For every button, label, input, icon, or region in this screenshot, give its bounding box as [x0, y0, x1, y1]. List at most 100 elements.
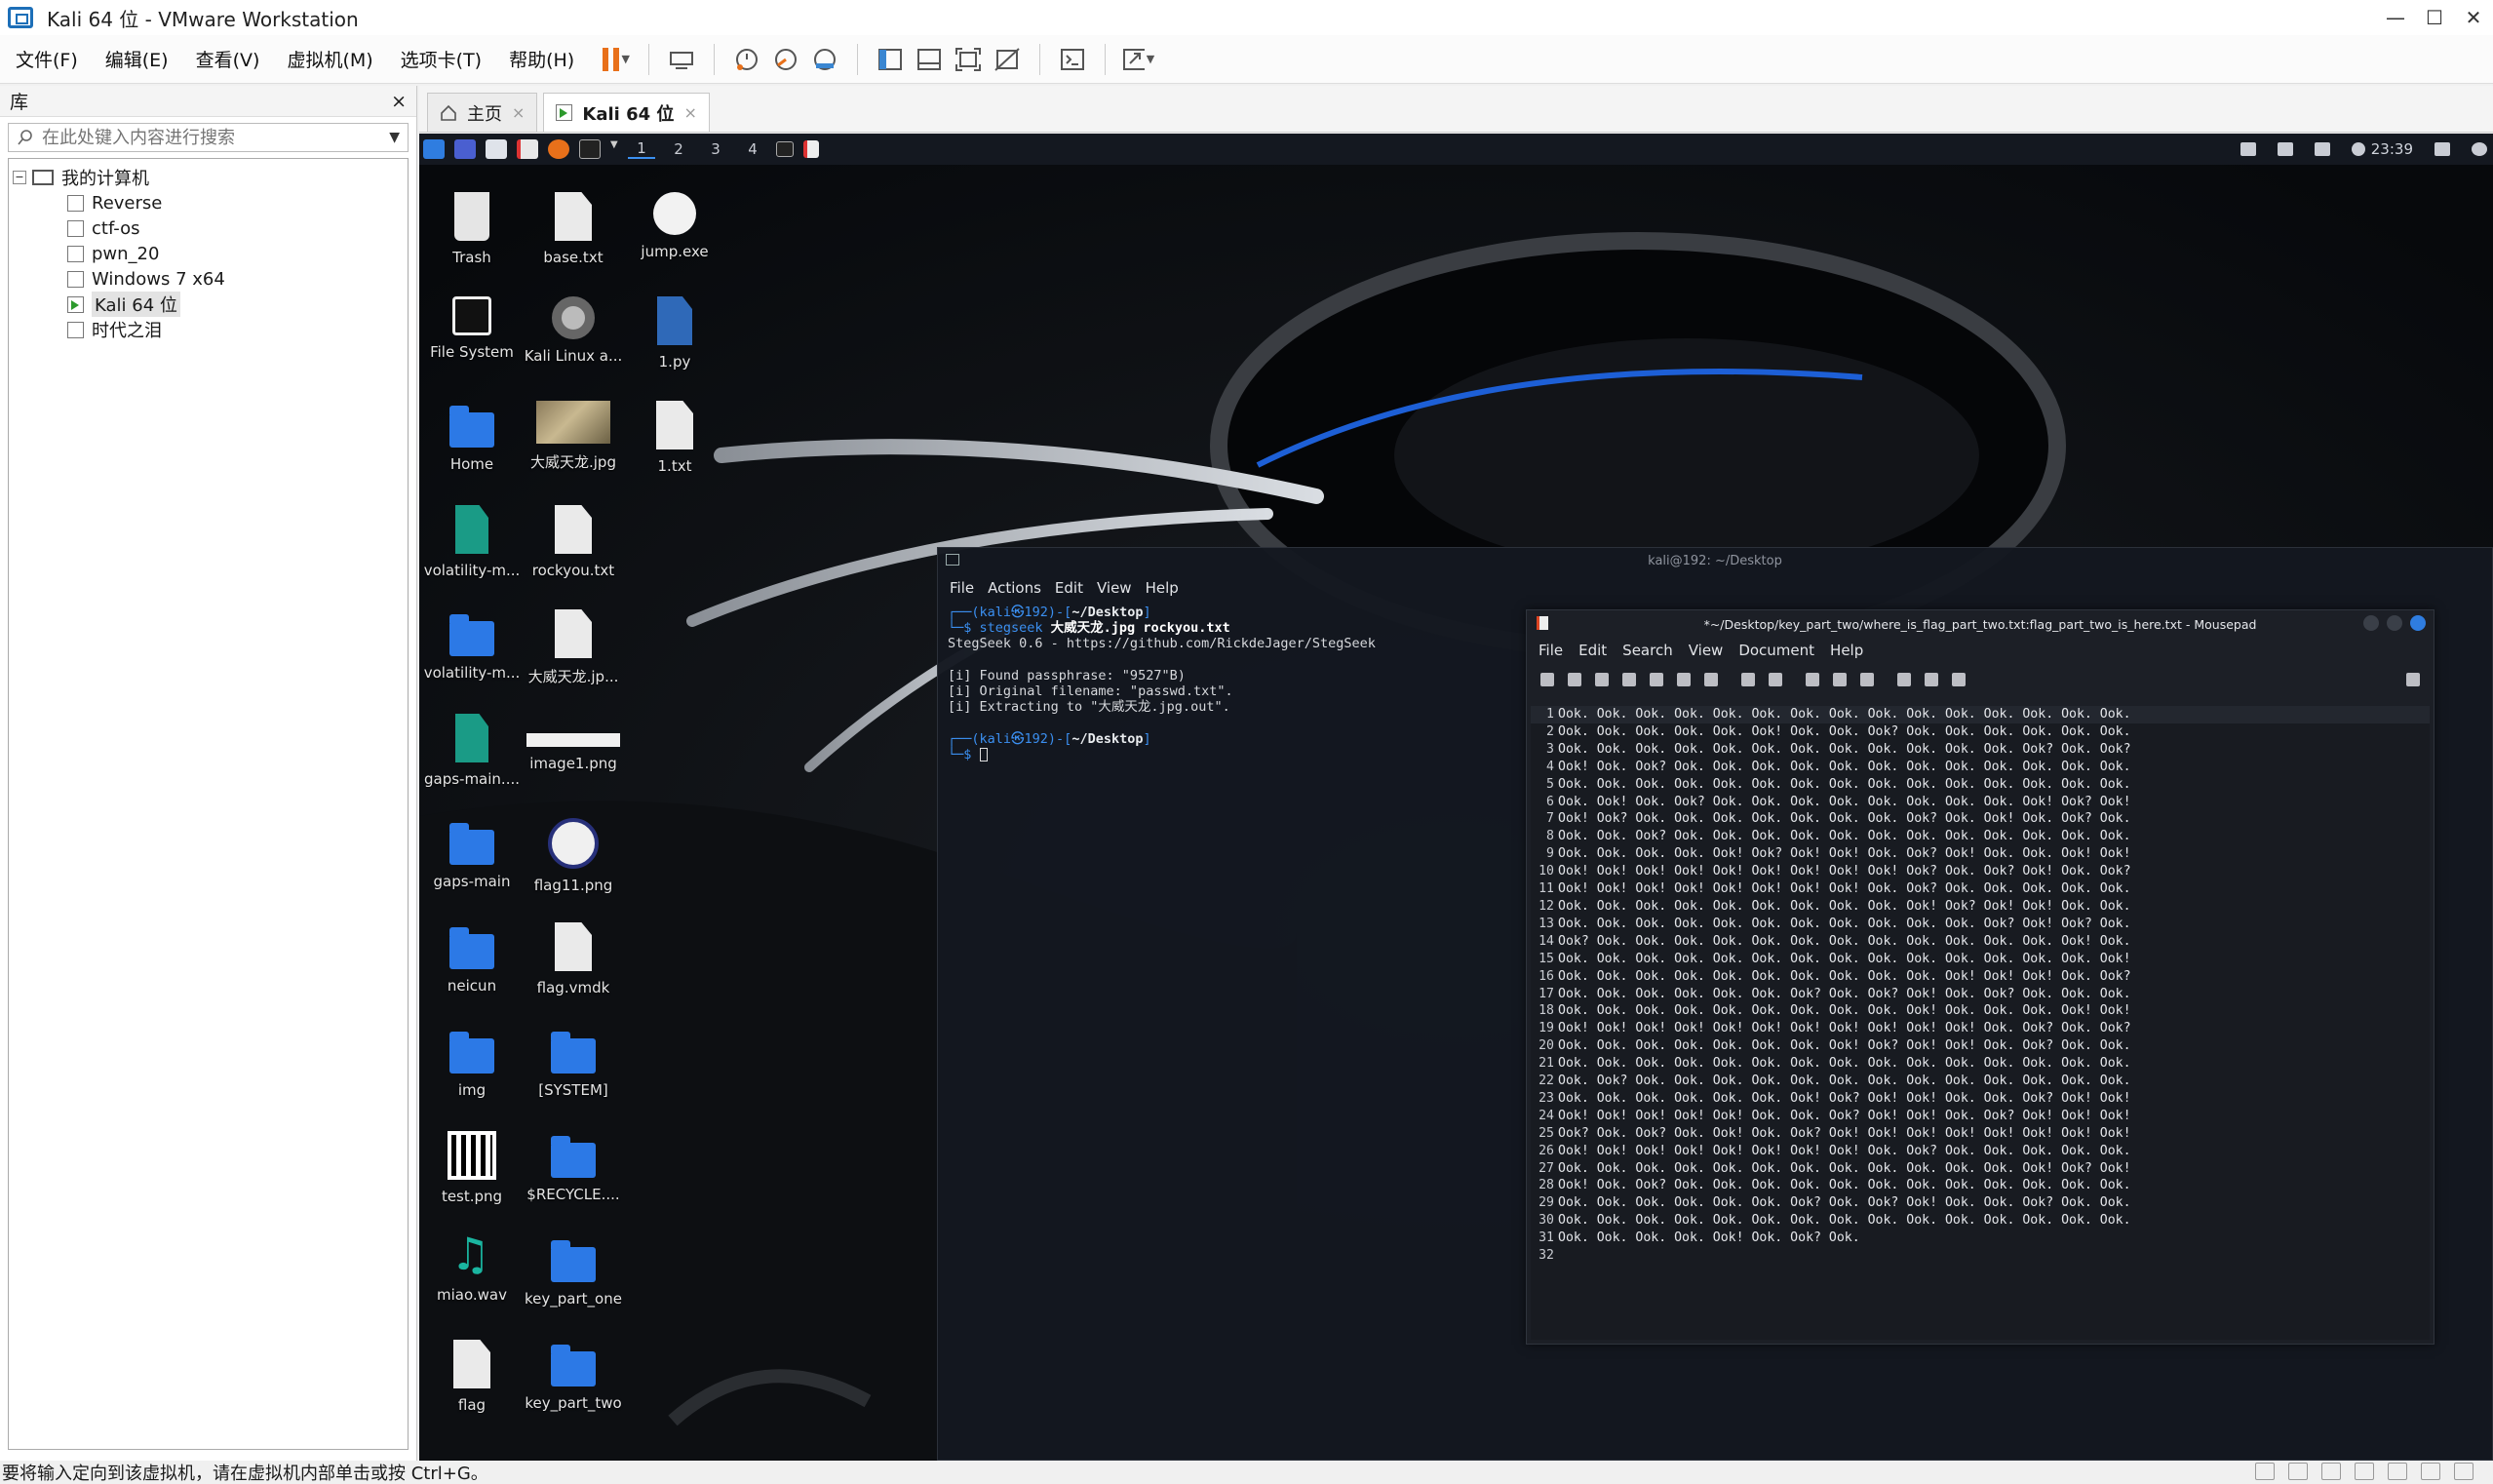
editor-line[interactable]: 25 Ook? Ook. Ook? Ook. Ook! Ook. Ook? Ook… — [1531, 1125, 2430, 1143]
mousepad-minimize-button[interactable] — [2363, 615, 2379, 631]
snapshot-button[interactable] — [730, 43, 763, 76]
desktop-icon[interactable]: flag.vmdk — [521, 922, 626, 996]
menu-file[interactable]: 文件(F) — [0, 46, 90, 72]
pause-vm-button[interactable]: ▼ — [600, 43, 633, 76]
editor-line[interactable]: 18 Ook. Ook. Ook. Ook. Ook. Ook. Ook. Ook… — [1531, 1002, 2430, 1020]
menu-help[interactable]: 帮助(H) — [493, 46, 586, 72]
firefox-icon[interactable] — [548, 139, 569, 159]
find-icon[interactable] — [1897, 673, 1911, 686]
desktop-icon[interactable]: base.txt — [521, 192, 626, 266]
editor-line[interactable]: 7 Ook! Ook? Ook. Ook. Ook. Ook. Ook. Ook.… — [1531, 810, 2430, 828]
editor-line[interactable]: 32 — [1531, 1247, 2430, 1265]
editor-line[interactable]: 22 Ook. Ook? Ook. Ook. Ook. Ook. Ook. Ook… — [1531, 1073, 2430, 1090]
editor-line[interactable]: 24 Ook! Ook! Ook! Ook! Ook! Ook. Ook. Ook… — [1531, 1108, 2430, 1125]
volume-icon[interactable] — [2277, 142, 2293, 156]
menu-tabs[interactable]: 选项卡(T) — [385, 46, 493, 72]
menu-edit[interactable]: 编辑(E) — [90, 46, 180, 72]
undo-icon[interactable] — [1741, 673, 1755, 686]
desktop-icon[interactable]: image1.png — [521, 714, 626, 772]
full-screen-button[interactable] — [952, 43, 985, 76]
desktop-icon[interactable]: jump.exe — [622, 192, 727, 260]
desktop-icon[interactable]: 大威天龙.jp... — [521, 609, 626, 686]
mousepad-editor[interactable]: 1 Ook. Ook. Ook. Ook. Ook. Ook. Ook. Ook.… — [1531, 706, 2430, 1340]
editor-line[interactable]: 9 Ook. Ook. Ook. Ook. Ook! Ook? Ook! Ook!… — [1531, 845, 2430, 863]
cut-icon[interactable] — [1806, 673, 1819, 686]
editor-line[interactable]: 19 Ook! Ook! Ook! Ook! Ook! Ook! Ook! Ook… — [1531, 1020, 2430, 1037]
terminal-menu-actions[interactable]: Actions — [988, 579, 1041, 597]
desktop-icon[interactable]: 1.py — [622, 296, 727, 371]
workspace-4[interactable]: 4 — [739, 140, 766, 158]
editor-line[interactable]: 20 Ook. Ook. Ook. Ook. Ook. Ook. Ook. Ook… — [1531, 1037, 2430, 1055]
vm-console[interactable]: ▼ 1 2 3 4 23:39 Trash File System Home vola… — [419, 134, 2493, 1461]
desktop-icon[interactable]: neicun — [419, 922, 525, 995]
editor-line[interactable]: 28 Ook! Ook. Ook? Ook. Ook. Ook. Ook. Ook… — [1531, 1177, 2430, 1194]
text-editor-icon[interactable] — [517, 139, 538, 159]
editor-line[interactable]: 1 Ook. Ook. Ook. Ook. Ook. Ook. Ook. Ook.… — [1531, 706, 2430, 723]
mousepad-menu-view[interactable]: View — [1689, 642, 1724, 659]
editor-line[interactable]: 17 Ook. Ook. Ook. Ook. Ook. Ook. Ook? Ook… — [1531, 986, 2430, 1003]
mousepad-window[interactable]: *~/Desktop/key_part_two/where_is_flag_pa… — [1526, 609, 2435, 1345]
desktop-icon[interactable]: miao.wav — [419, 1228, 525, 1304]
menu-vm[interactable]: 虚拟机(M) — [271, 46, 384, 72]
editor-line[interactable]: 27 Ook. Ook. Ook. Ook. Ook. Ook. Ook. Ook… — [1531, 1160, 2430, 1178]
mousepad-menu-file[interactable]: File — [1539, 642, 1563, 659]
desktop-icon[interactable]: Kali Linux a... — [521, 296, 626, 365]
desktop-icon[interactable]: key_part_one — [521, 1235, 626, 1308]
taskbar-terminal-icon[interactable] — [776, 141, 794, 157]
terminal-menu-edit[interactable]: Edit — [1055, 579, 1083, 597]
terminal-menu-view[interactable]: View — [1097, 579, 1132, 597]
cd-icon[interactable] — [2288, 1463, 2308, 1480]
tree-root-my-computer[interactable]: − 我的计算机 — [13, 165, 404, 190]
tree-item-vm[interactable]: Windows 7 x64 — [13, 266, 404, 292]
network-icon[interactable] — [2321, 1463, 2341, 1480]
tab-kali[interactable]: Kali 64 位 × — [543, 93, 710, 132]
editor-line[interactable]: 4 Ook! Ook. Ook? Ook. Ook. Ook. Ook. Ook.… — [1531, 759, 2430, 776]
terminal-titlebar[interactable]: kali@192: ~/Desktop — [938, 548, 2492, 573]
chevron-down-icon[interactable]: ▼ — [610, 139, 618, 159]
desktop-icon[interactable]: 1.txt — [622, 401, 727, 475]
display-icon[interactable] — [2240, 142, 2256, 156]
close-document-icon[interactable] — [1704, 673, 1718, 686]
desktop-icon[interactable]: test.png — [419, 1131, 525, 1205]
editor-line[interactable]: 11 Ook! Ook! Ook! Ook! Ook! Ook! Ook! Ook… — [1531, 880, 2430, 898]
desktop-icon[interactable]: flag11.png — [521, 818, 626, 894]
save-icon[interactable] — [1622, 673, 1636, 686]
desktop-icon[interactable]: rockyou.txt — [521, 505, 626, 579]
mousepad-maximize-button[interactable] — [2387, 615, 2402, 631]
terminal-menu-file[interactable]: File — [950, 579, 974, 597]
revert-snapshot-button[interactable] — [769, 43, 802, 76]
sound-icon[interactable] — [2388, 1463, 2407, 1480]
new-window-icon[interactable] — [1568, 673, 1581, 686]
terminal-launcher-icon[interactable] — [579, 139, 601, 159]
editor-line[interactable]: 5 Ook. Ook. Ook. Ook. Ook. Ook. Ook. Ook.… — [1531, 776, 2430, 794]
library-close-button[interactable]: × — [391, 91, 407, 112]
taskbar-mousepad-icon[interactable] — [803, 140, 819, 158]
kali-menu-icon[interactable] — [423, 139, 445, 159]
editor-line[interactable]: 14 Ook? Ook. Ook. Ook. Ook. Ook. Ook. Ook… — [1531, 933, 2430, 951]
printer-icon[interactable] — [2421, 1463, 2440, 1480]
tab-close-button[interactable]: × — [683, 103, 696, 122]
save-as-icon[interactable] — [1650, 673, 1663, 686]
terminal-menu-help[interactable]: Help — [1146, 579, 1179, 597]
notification-bell-icon[interactable] — [2314, 142, 2330, 156]
desktop-icon[interactable]: $RECYCLE.... — [521, 1131, 626, 1203]
mousepad-menu-edit[interactable]: Edit — [1578, 642, 1607, 659]
editor-line[interactable]: 29 Ook. Ook. Ook. Ook. Ook. Ook. Ook? Ook… — [1531, 1194, 2430, 1212]
stretch-guest-button[interactable]: ▼ — [1121, 43, 1154, 76]
unity-button[interactable] — [991, 43, 1024, 76]
editor-line[interactable]: 16 Ook. Ook. Ook. Ook. Ook. Ook. Ook. Ook… — [1531, 968, 2430, 986]
editor-line[interactable]: 31 Ook. Ook. Ook. Ook. Ook! Ook. Ook? Ook… — [1531, 1230, 2430, 1247]
display-status-icon[interactable] — [2454, 1463, 2474, 1480]
desktop-icon[interactable]: img — [419, 1027, 525, 1099]
power-icon[interactable] — [2472, 142, 2487, 156]
desktop-icon[interactable]: Home — [419, 401, 525, 473]
desktop-icon[interactable]: 大威天龙.jpg — [521, 401, 626, 472]
editor-line[interactable]: 6 Ook. Ook! Ook. Ook? Ook. Ook. Ook. Ook.… — [1531, 794, 2430, 811]
copy-icon[interactable] — [1833, 673, 1847, 686]
editor-line[interactable]: 13 Ook. Ook. Ook. Ook. Ook. Ook. Ook. Ook… — [1531, 916, 2430, 933]
snapshot-manager-button[interactable] — [808, 43, 841, 76]
file-manager-icon[interactable] — [486, 139, 507, 159]
desktop-icon[interactable]: gaps-main.... — [419, 714, 525, 788]
editor-line[interactable]: 26 Ook! Ook! Ook! Ook! Ook! Ook! Ook! Ook… — [1531, 1143, 2430, 1160]
desktop-icon[interactable]: volatility-m... — [419, 505, 525, 579]
